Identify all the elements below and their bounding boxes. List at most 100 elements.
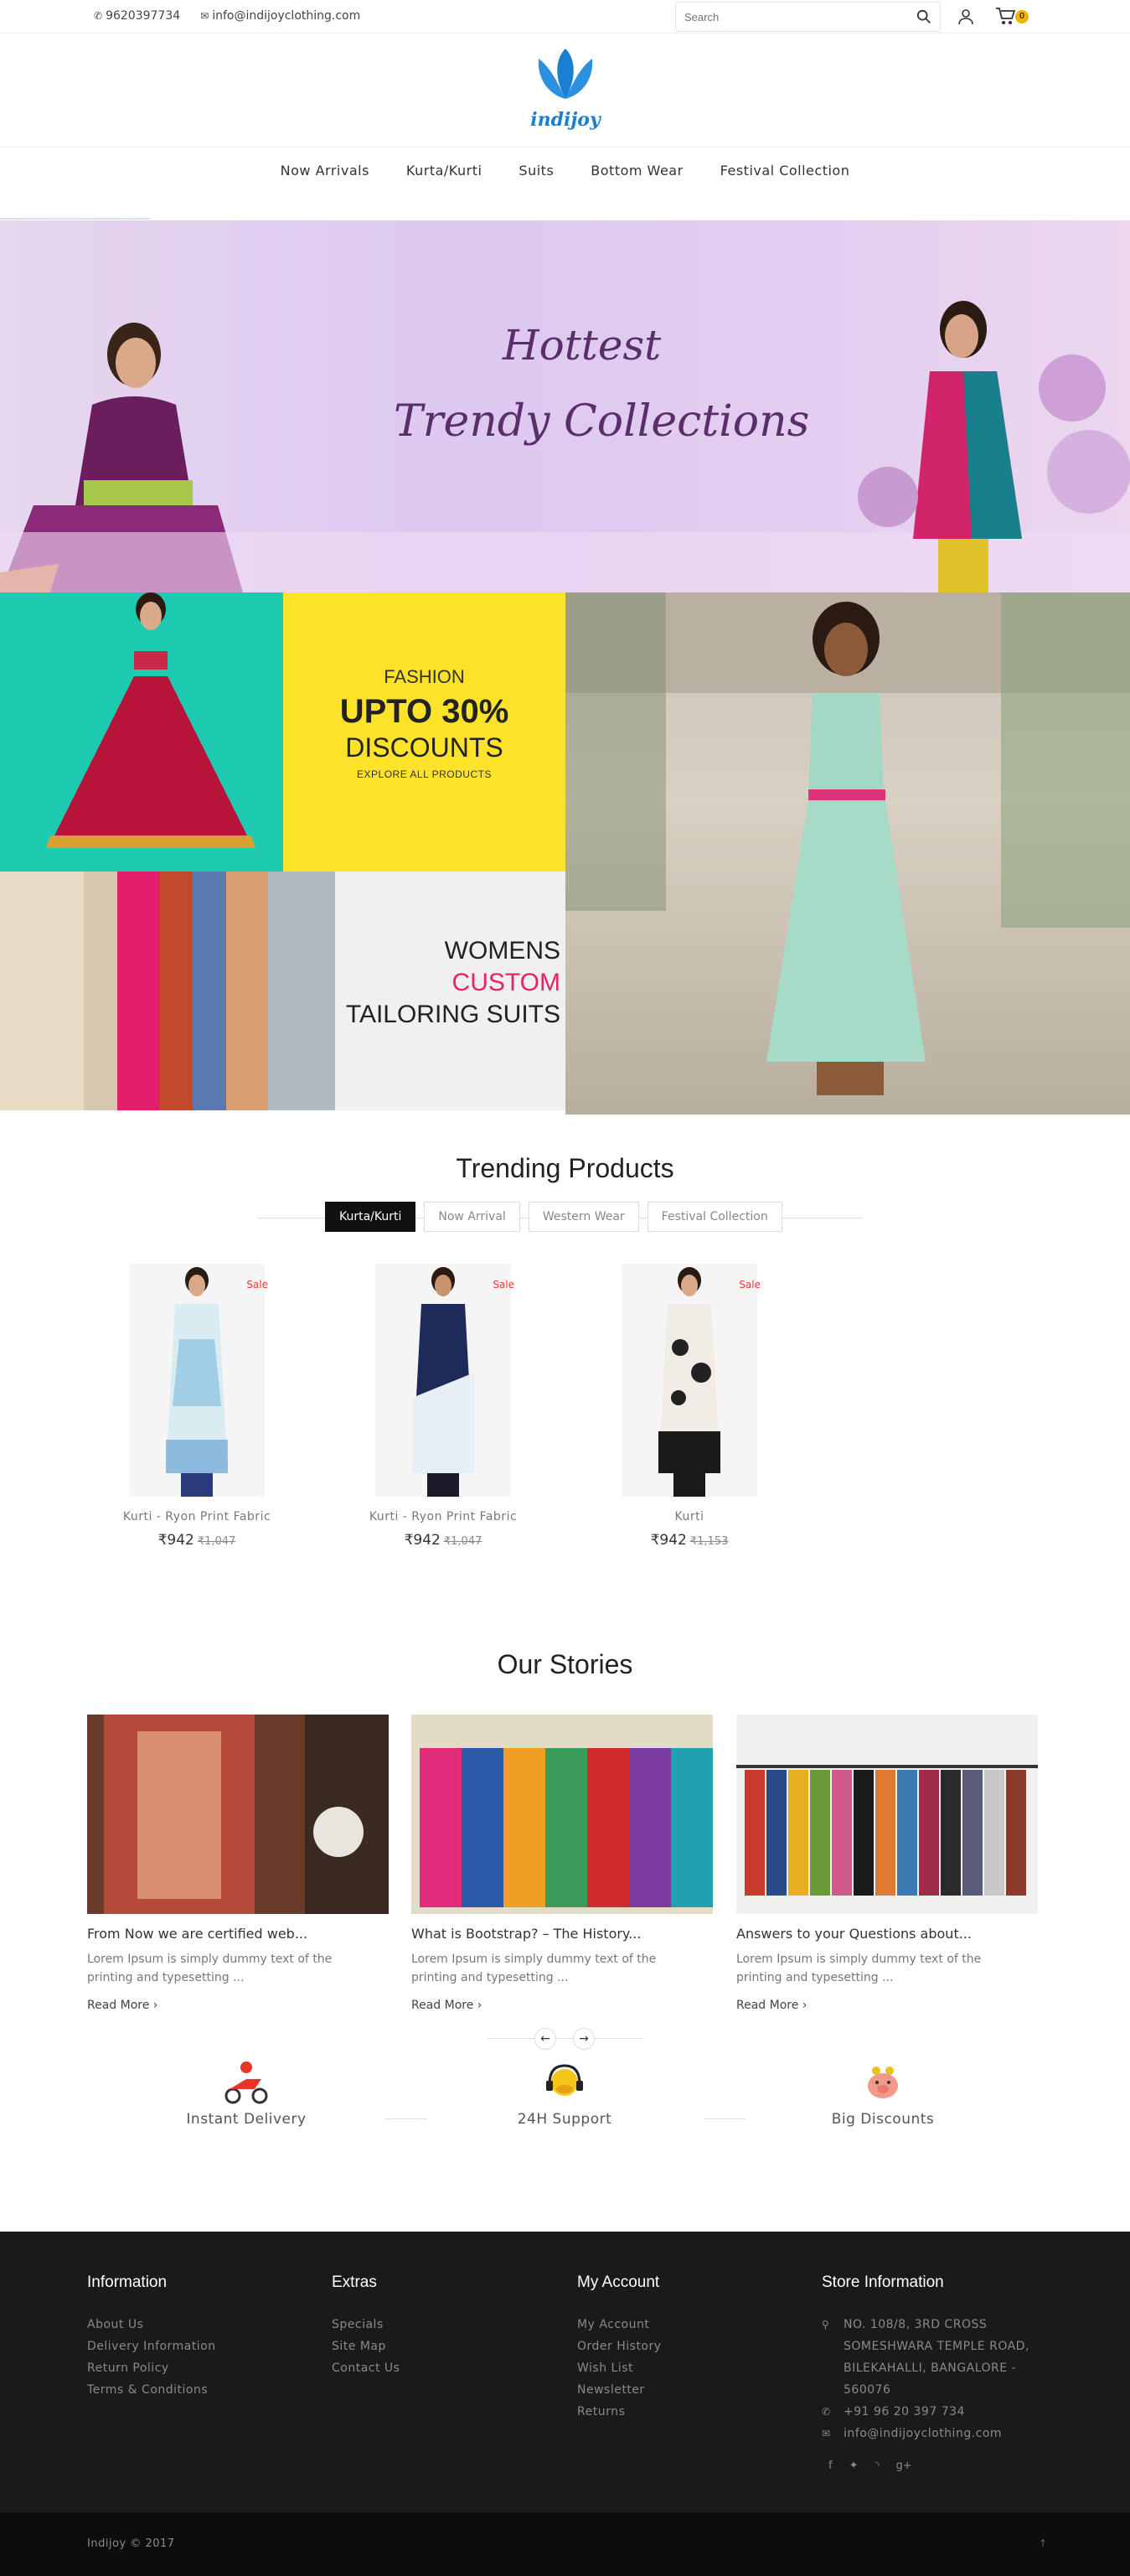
story-title[interactable]: From Now we are certified web... (87, 1926, 389, 1942)
story-image[interactable] (736, 1715, 1038, 1914)
tab-now-arrival[interactable]: Now Arrival (424, 1202, 520, 1232)
kurti-image (166, 1267, 228, 1497)
phone-link[interactable]: ✆ 9620397734 (94, 9, 180, 23)
kurti-image (658, 1267, 720, 1497)
footer-heading: Information (87, 2273, 168, 2291)
footer-link-specials[interactable]: Specials (332, 2314, 400, 2335)
read-more-link[interactable]: Read More › (411, 1999, 713, 2012)
brand-name: indijoy (530, 109, 601, 131)
story-image[interactable] (87, 1715, 389, 1914)
store-phone[interactable]: +91 96 20 397 734 (844, 2401, 965, 2423)
footer-link-contact-us[interactable]: Contact Us (332, 2357, 400, 2379)
cart-button[interactable]: 0 (995, 7, 1029, 27)
product-card[interactable]: Sale Kurti ₹942 ₹1,153 (596, 1264, 782, 1557)
prev-arrow-icon[interactable]: ← (534, 2028, 556, 2050)
feature-label: 24H Support (517, 2111, 612, 2128)
nav-item-bottom-wear[interactable]: Bottom Wear (591, 163, 683, 194)
rss-icon[interactable]: ◝ (875, 2460, 879, 2472)
sale-badge: Sale (739, 1279, 761, 1291)
product-image[interactable] (129, 1264, 265, 1497)
story-card[interactable]: What is Bootstrap? – The History... Lore… (411, 1715, 713, 2012)
footer-link-my-account[interactable]: My Account (577, 2314, 662, 2335)
tab-western-wear[interactable]: Western Wear (528, 1202, 639, 1232)
footer-link-return-policy[interactable]: Return Policy (87, 2357, 216, 2379)
product-price: ₹942 ₹1,153 (596, 1532, 782, 1549)
delivery-scooter-icon (224, 2061, 268, 2104)
story-card[interactable]: Answers to your Questions about... Lorem… (736, 1715, 1038, 2012)
footer-link-about-us[interactable]: About Us (87, 2314, 216, 2335)
twitter-icon[interactable]: ✦ (849, 2460, 859, 2472)
nav-item-festival-collection[interactable]: Festival Collection (720, 163, 850, 194)
footer-link-order-history[interactable]: Order History (577, 2335, 662, 2357)
back-to-top-icon[interactable]: ↑ (1039, 2537, 1047, 2549)
phone-icon: ✆ (94, 10, 103, 22)
stories-title: Our Stories (497, 1649, 633, 1679)
mail-icon: ✉ (200, 10, 209, 22)
story-title[interactable]: What is Bootstrap? – The History... (411, 1926, 713, 1942)
email-link[interactable]: ✉ info@indijoyclothing.com (200, 9, 360, 23)
old-price: ₹1,047 (443, 1535, 482, 1548)
tab-kurta-kurti[interactable]: Kurta/Kurti (325, 1202, 416, 1232)
footer-link-terms[interactable]: Terms & Conditions (87, 2379, 216, 2401)
trending-title: Trending Products (456, 1153, 674, 1183)
product-image[interactable] (375, 1264, 511, 1497)
story-image[interactable] (411, 1715, 713, 1914)
nav-item-now-arrivals[interactable]: Now Arrivals (281, 163, 369, 194)
tab-festival-collection[interactable]: Festival Collection (647, 1202, 782, 1232)
story-excerpt: Lorem Ipsum is simply dummy text of the … (411, 1953, 657, 1984)
model-right-image (858, 301, 1130, 592)
sale-badge: Sale (493, 1279, 514, 1291)
feature-label: Big Discounts (831, 2111, 935, 2128)
next-arrow-icon[interactable]: → (573, 2028, 595, 2050)
store-email-item: ✉ info@indijoyclothing.com (822, 2423, 1036, 2444)
explore-products-link[interactable]: EXPLORE ALL PRODUCTS (283, 768, 565, 780)
search-box (675, 2, 941, 32)
store-address: NO. 108/8, 3RD CROSS SOMESHWARA TEMPLE R… (844, 2318, 1029, 2397)
tailoring-banner[interactable]: WOMENS CUSTOM TAILORING SUITS (0, 872, 565, 1110)
product-card[interactable]: Sale Kurti - Ryon Print Fabric ₹942 ₹1,04… (104, 1264, 290, 1557)
discount-banner-title: DISCOUNTS (345, 732, 503, 763)
footer-link-delivery-information[interactable]: Delivery Information (87, 2335, 216, 2357)
product-name[interactable]: Kurti (596, 1510, 782, 1523)
footer-link-site-map[interactable]: Site Map (332, 2335, 400, 2357)
facebook-icon[interactable]: f (828, 2460, 833, 2472)
product-card[interactable]: Sale Kurti - Ryon Print Fabric ₹942 ₹1,04… (350, 1264, 536, 1557)
current-price: ₹942 (157, 1532, 194, 1549)
search-input[interactable] (676, 3, 902, 31)
read-more-link[interactable]: Read More › (736, 1999, 1038, 2012)
contact-info: ✆ 9620397734 ✉ info@indijoyclothing.com (94, 9, 360, 23)
nav-item-suits[interactable]: Suits (519, 163, 554, 194)
nav-item-kurta-kurti[interactable]: Kurta/Kurti (406, 163, 482, 194)
footer-link-wish-list[interactable]: Wish List (577, 2357, 662, 2379)
search-icon[interactable] (916, 9, 931, 24)
feature-separator (704, 2118, 746, 2119)
story-card[interactable]: From Now we are certified web... Lorem I… (87, 1715, 389, 2012)
tailoring-line2: CUSTOM (451, 969, 560, 996)
lehenga-banner[interactable] (0, 592, 283, 872)
cart-count-badge: 0 (1015, 10, 1029, 23)
footer-link-newsletter[interactable]: Newsletter (577, 2379, 662, 2401)
hero-heading-line2: Trendy Collections (394, 396, 810, 447)
email-address: info@indijoyclothing.com (212, 9, 361, 23)
top-bar: ✆9620397734 ✉info@indijoyclothing.com 0 (0, 0, 1130, 34)
google-plus-icon[interactable]: g+ (896, 2460, 912, 2472)
footer-heading: Store Information (822, 2273, 944, 2291)
store-email[interactable]: info@indijoyclothing.com (844, 2423, 1002, 2444)
hero-heading-line1: Hottest (503, 321, 662, 370)
store-phone-item: ✆ +91 96 20 397 734 (822, 2401, 1036, 2423)
read-more-link[interactable]: Read More › (87, 1999, 389, 2012)
current-price: ₹942 (650, 1532, 687, 1549)
story-title[interactable]: Answers to your Questions about... (736, 1926, 1038, 1942)
discount-banner[interactable]: FASHION UPTO 30% DISCOUNTS EXPLORE ALL P… (283, 592, 565, 872)
street-model-banner[interactable] (565, 592, 1130, 1115)
piggy-bank-icon (868, 2066, 898, 2098)
site-logo[interactable]: indijoy (528, 44, 603, 136)
user-icon[interactable] (957, 8, 974, 25)
product-image[interactable] (622, 1264, 757, 1497)
footer-information: Information About Us Delivery Informatio… (87, 2273, 216, 2401)
current-price: ₹942 (404, 1532, 441, 1549)
product-name[interactable]: Kurti - Ryon Print Fabric (350, 1510, 536, 1523)
footer-link-returns[interactable]: Returns (577, 2401, 662, 2423)
hero-slider[interactable]: Hottest Trendy Collections (0, 220, 1130, 592)
product-name[interactable]: Kurti - Ryon Print Fabric (104, 1510, 290, 1523)
